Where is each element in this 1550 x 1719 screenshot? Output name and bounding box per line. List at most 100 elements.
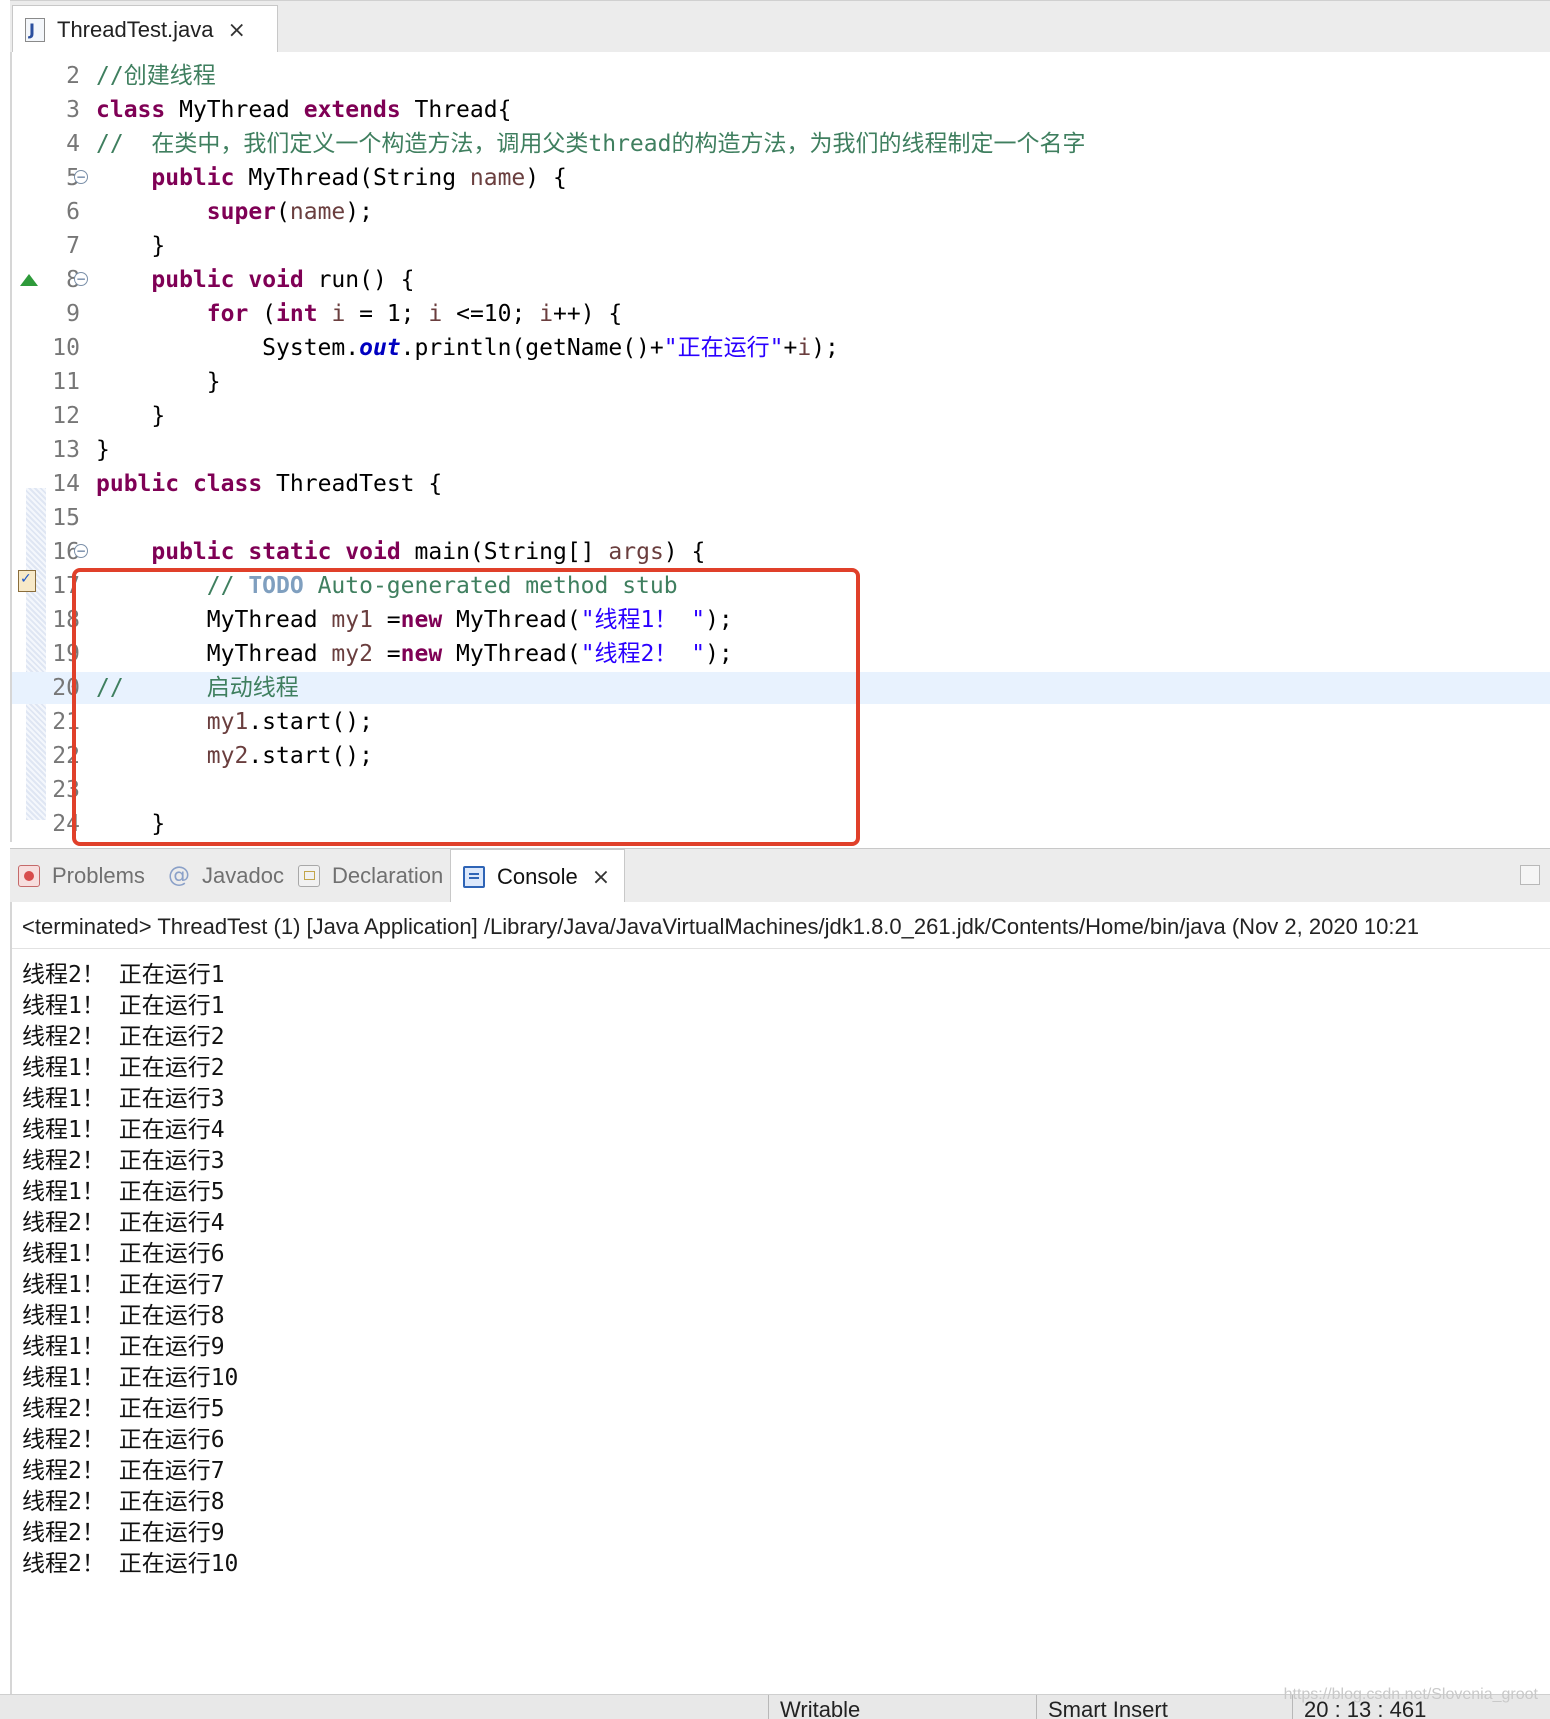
code-editor[interactable]: 2 //创建线程 3 class MyThread extends Thread{ 4 /… [10, 52, 1550, 846]
code-text: public void run() { [96, 264, 415, 296]
code-token: MyThread [165, 97, 304, 123]
close-console-icon[interactable]: ⨯ [592, 865, 610, 890]
code-text: super(name); [96, 196, 373, 228]
java-file-icon: J [25, 18, 45, 42]
code-token: } [96, 403, 166, 429]
code-token: ++) { [553, 301, 623, 327]
code-token: //创建线程 [96, 63, 216, 89]
console-view[interactable]: <terminated> ThreadTest (1) [Java Applic… [10, 902, 1550, 1696]
console-output-line: 线程2！ 正在运行1 [22, 962, 225, 988]
code-line[interactable]: 4 // 在类中，我们定义一个构造方法，调用父类thread的构造方法，为我们的线… [12, 128, 1550, 160]
fold-toggle-icon[interactable]: − [74, 272, 88, 286]
code-token: run() { [303, 267, 415, 293]
code-line[interactable]: 2 //创建线程 [12, 60, 1550, 92]
code-token: void [248, 267, 304, 293]
console-icon [463, 866, 485, 888]
code-text: //创建线程 [96, 60, 216, 92]
code-line[interactable]: 13} [12, 434, 1550, 466]
console-launch-header: <terminated> ThreadTest (1) [Java Applic… [22, 914, 1419, 939]
console-output-line: 线程1！ 正在运行9 [22, 1334, 225, 1360]
status-divider [768, 1695, 769, 1719]
override-triangle-icon[interactable] [20, 274, 38, 286]
code-line[interactable]: 7 } [12, 230, 1550, 262]
code-token: int [276, 301, 318, 327]
code-token: <=10; [442, 301, 540, 327]
code-token: } [96, 437, 110, 463]
code-text: } [96, 230, 165, 262]
code-token: i [797, 335, 812, 361]
code-token: } [96, 369, 221, 395]
line-number: 4 [66, 131, 80, 157]
console-output-line: 线程2！ 正在运行3 [22, 1148, 225, 1174]
tab-javadoc[interactable]: @ Javadoc [168, 849, 284, 903]
console-output-line: 线程2！ 正在运行10 [22, 1551, 239, 1577]
minimize-view-icon[interactable] [1520, 865, 1540, 885]
editor-tab-label: ThreadTest.java [57, 17, 214, 42]
problems-icon [18, 865, 40, 887]
line-number: 7 [66, 233, 80, 259]
tab-problems[interactable]: Problems [18, 849, 145, 903]
code-text: } [96, 434, 110, 466]
code-line[interactable]: 9 for (int i = 1; i <=10; i++) { [12, 298, 1550, 330]
line-number: 9 [66, 301, 80, 327]
tab-console[interactable]: Console ⨯ [450, 849, 626, 904]
console-output-line: 线程2！ 正在运行6 [22, 1427, 225, 1453]
code-text: } [96, 400, 165, 432]
code-token: public [96, 471, 180, 497]
tab-declaration[interactable]: Declaration [298, 849, 443, 903]
code-token: out [359, 335, 401, 361]
code-token: ); [345, 199, 373, 225]
code-token: public [151, 267, 235, 293]
code-token: class [192, 471, 263, 497]
code-token: name [289, 199, 346, 225]
fold-toggle-icon[interactable]: − [74, 170, 88, 184]
code-token: i [539, 301, 554, 327]
fold-toggle-icon[interactable]: − [74, 544, 88, 558]
code-line[interactable]: 10 System.out.println(getName()+"正在运行"+i… [12, 332, 1550, 364]
line-number: 2 [66, 63, 80, 89]
line-number: 16 [52, 539, 80, 565]
code-line[interactable]: 16− public static void main(String[] arg… [12, 536, 1550, 568]
line-number: 3 [66, 97, 80, 123]
code-line[interactable]: 6 super(name); [12, 196, 1550, 228]
code-token: public [151, 539, 235, 565]
code-line[interactable]: 5− public MyThread(String name) { [12, 162, 1550, 194]
line-number: 12 [52, 403, 80, 429]
line-number: 6 [66, 199, 80, 225]
editor-tab-threadtest[interactable]: J ThreadTest.java ⨯ [12, 5, 278, 54]
code-token: args [608, 539, 664, 565]
code-line[interactable]: 3 class MyThread extends Thread{ [12, 94, 1550, 126]
code-text: // 在类中，我们定义一个构造方法，调用父类thread的构造方法，为我们的线程… [96, 128, 1085, 160]
code-line[interactable]: 11 } [12, 366, 1550, 398]
javadoc-at-icon: @ [168, 863, 190, 888]
console-output-line: 线程1！ 正在运行7 [22, 1272, 225, 1298]
code-text: for (int i = 1; i <=10; i++) { [96, 298, 623, 330]
line-number: 5 [66, 165, 80, 191]
code-token: super [206, 199, 277, 225]
code-token: class [96, 97, 166, 123]
code-token: Thread{ [400, 97, 512, 123]
console-output-line: 线程2！ 正在运行7 [22, 1458, 225, 1484]
highlight-annotation-box [72, 568, 860, 846]
code-token: name [469, 165, 526, 191]
close-tab-icon[interactable]: ⨯ [228, 18, 246, 43]
console-output-line: 线程2！ 正在运行9 [22, 1520, 225, 1546]
code-token: for [206, 301, 249, 327]
code-token: = 1; [345, 301, 429, 327]
code-line[interactable]: 15 [12, 502, 1550, 534]
code-line[interactable]: 8− public void run() { [12, 264, 1550, 296]
code-line[interactable]: 14 public class ThreadTest { [12, 468, 1550, 500]
code-token: static [248, 539, 332, 565]
code-token: extends [303, 97, 401, 123]
console-output-line: 线程1！ 正在运行3 [22, 1086, 225, 1112]
status-divider [1036, 1695, 1037, 1719]
status-insert-mode[interactable]: Smart Insert [1048, 1695, 1168, 1719]
code-line[interactable]: 12 } [12, 400, 1550, 432]
